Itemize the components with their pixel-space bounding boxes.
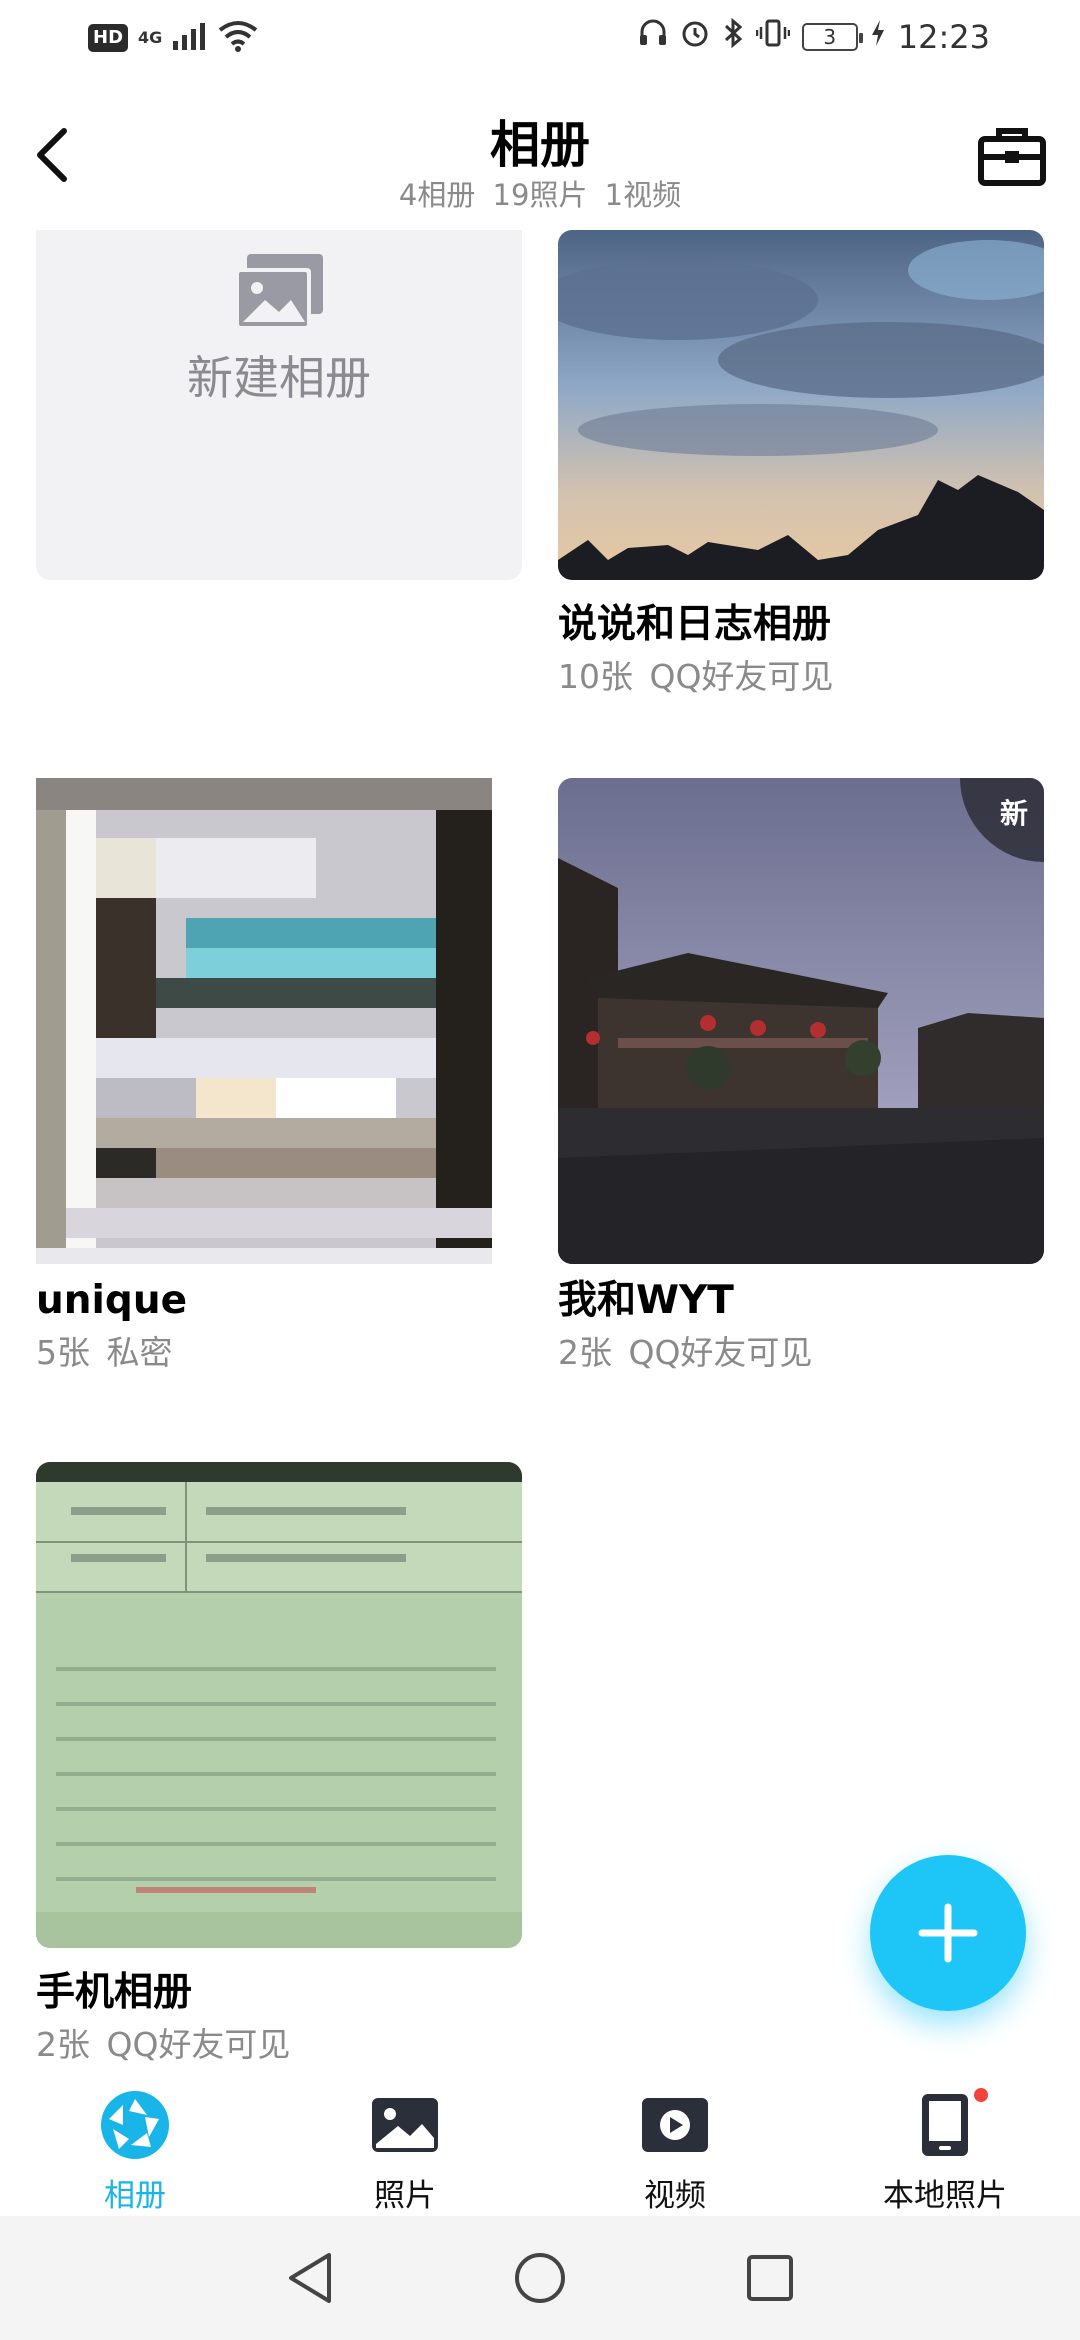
album-cover[interactable]: 新 — [558, 778, 1044, 1264]
cover-image — [558, 778, 1044, 1264]
photo-icon — [370, 2090, 440, 2160]
cover-image — [36, 1462, 522, 1948]
clock: 12:23 — [897, 18, 990, 56]
status-bar: HD 4G 3 12:23 — [0, 0, 1080, 80]
wifi-icon — [218, 20, 258, 56]
toolbox-icon — [978, 128, 1046, 186]
new-album-card[interactable]: 新建相册 — [36, 230, 522, 580]
album-name: 说说和日志相册 — [558, 602, 832, 647]
hd-badge: HD — [88, 24, 129, 52]
network-type: 4G — [138, 28, 163, 47]
charging-icon — [870, 18, 886, 56]
circle-home-icon — [515, 2253, 565, 2303]
bluetooth-icon — [722, 17, 744, 56]
new-album-label: 新建相册 — [187, 351, 371, 405]
toolbox-button[interactable] — [974, 118, 1050, 194]
tab-videos[interactable]: 视频 — [540, 2080, 810, 2216]
album-meta: 10张 QQ好友可见 — [558, 657, 834, 696]
image-stack-icon — [235, 254, 323, 330]
vibrate-icon — [755, 18, 791, 56]
phone-icon — [920, 2088, 988, 2160]
battery-indicator: 3 — [801, 23, 863, 51]
tab-albums[interactable]: 相册 — [0, 2080, 270, 2216]
page-title: 相册 — [490, 116, 590, 174]
album-card[interactable]: 说说和日志相册 10张 QQ好友可见 — [558, 230, 1044, 698]
album-card[interactable]: 新 我和WYT 2张 QQ好友可见 — [558, 778, 1044, 1374]
album-name: 手机相册 — [36, 1970, 193, 2015]
signal-icon — [172, 21, 208, 55]
system-home-button[interactable] — [500, 2238, 580, 2318]
album-cover[interactable] — [36, 778, 522, 1264]
album-card[interactable]: 手机相册 2张 QQ好友可见 — [36, 1462, 522, 2066]
tab-label: 视频 — [644, 2178, 706, 2214]
header: 相册 4相册 19照片 1视频 — [0, 80, 1080, 230]
page-subtitle: 4相册 19照片 1视频 — [398, 178, 682, 212]
alarm-icon — [680, 18, 710, 56]
tab-local-photos[interactable]: 本地照片 — [810, 2080, 1080, 2216]
plus-icon — [918, 1903, 978, 1963]
triangle-back-icon — [289, 2253, 331, 2303]
album-cover[interactable] — [558, 230, 1044, 580]
status-right: 3 12:23 — [638, 17, 990, 56]
square-recents-icon — [747, 2255, 793, 2301]
system-back-button[interactable] — [270, 2238, 350, 2318]
album-meta: 2张 QQ好友可见 — [36, 2025, 291, 2064]
album-card[interactable]: unique 5张 私密 — [36, 778, 522, 1374]
cover-image — [558, 230, 1044, 580]
bottom-nav: 相册 照片 视频 本地照片 — [0, 2080, 1080, 2216]
video-play-icon — [640, 2090, 710, 2160]
album-meta: 5张 私密 — [36, 1333, 173, 1372]
album-meta: 2张 QQ好友可见 — [558, 1333, 813, 1372]
status-left: HD 4G — [88, 20, 258, 56]
tab-label: 照片 — [374, 2178, 436, 2214]
cover-image-pixelated — [36, 778, 522, 1264]
add-button[interactable] — [870, 1855, 1026, 2011]
album-cover[interactable] — [36, 1462, 522, 1948]
album-shutter-icon — [99, 2090, 171, 2160]
tab-label: 相册 — [104, 2178, 166, 2214]
album-grid: 新建相册 说说和日志相册 10张 QQ好友可见 unique 5张 私密 新 我… — [0, 230, 1080, 2080]
tab-photos[interactable]: 照片 — [270, 2080, 540, 2216]
album-name: 我和WYT — [558, 1278, 734, 1323]
notification-dot — [974, 2088, 988, 2102]
system-recents-button[interactable] — [730, 2238, 810, 2318]
tab-label: 本地照片 — [883, 2178, 1007, 2214]
album-name: unique — [36, 1278, 188, 1323]
system-nav-bar — [0, 2216, 1080, 2340]
headset-icon — [638, 18, 668, 56]
